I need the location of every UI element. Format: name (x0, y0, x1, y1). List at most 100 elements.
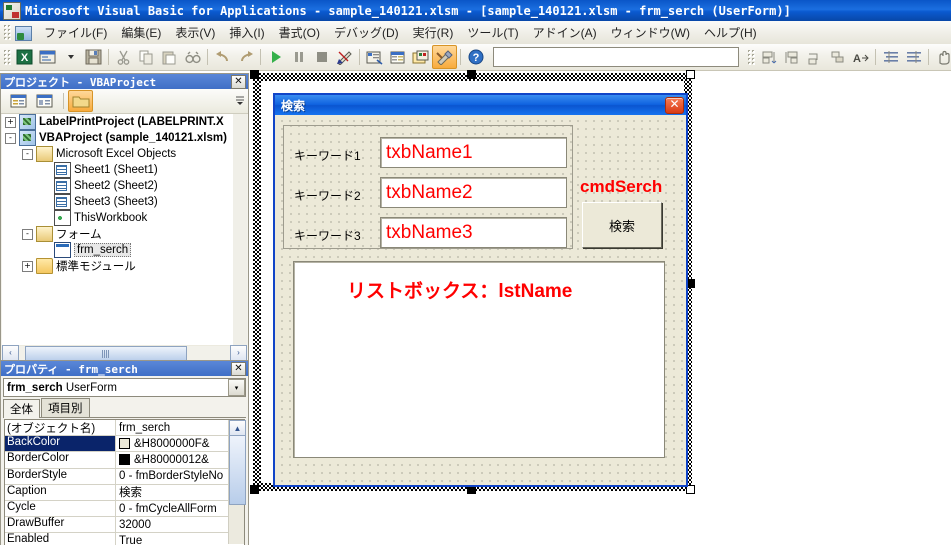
resize-handle-top-left[interactable] (250, 70, 259, 79)
properties-window-button[interactable] (386, 46, 409, 68)
vscroll-thumb[interactable] (229, 435, 246, 505)
vba-control-icon[interactable] (13, 23, 33, 42)
menu-help[interactable]: ヘルプ(H) (697, 22, 764, 43)
tree-item-labelprintproject[interactable]: + LabelPrintProject (LABELPRINT.X (2, 114, 233, 130)
tree-item-forms-folder[interactable]: - フォーム (2, 226, 233, 242)
project-tree[interactable]: + LabelPrintProject (LABELPRINT.X - VBAP… (2, 114, 233, 345)
menu-tools[interactable]: ツール(T) (460, 22, 525, 43)
toolbar-gripper[interactable] (3, 48, 11, 66)
hscroll-track[interactable] (19, 345, 230, 362)
tab-alphabetic[interactable]: 全体 (3, 399, 40, 418)
paste-button[interactable] (158, 46, 181, 68)
property-value[interactable]: &H8000000F& ▼ (116, 436, 244, 451)
project-tree-vertical-scrollbar[interactable] (233, 114, 247, 345)
menu-gripper[interactable] (3, 24, 11, 41)
object-selector-combo[interactable]: frm_serch UserForm ▾ (3, 378, 246, 397)
close-icon[interactable]: ✕ (231, 361, 246, 376)
scroll-right-button[interactable]: › (230, 344, 247, 361)
align-left-button[interactable] (757, 46, 780, 68)
scroll-up-button[interactable]: ▲ (229, 420, 246, 436)
toolbox-button[interactable] (432, 45, 457, 69)
resize-handle-bottom-left[interactable] (250, 485, 259, 494)
view-code-button[interactable] (7, 91, 30, 111)
scroll-left-button[interactable]: ‹ (2, 344, 19, 361)
copy-button[interactable] (135, 46, 158, 68)
menu-debug[interactable]: デバッグ(D) (327, 22, 406, 43)
tree-item-vbaproject[interactable]: - VBAProject (sample_140121.xlsm) (2, 130, 233, 146)
command-button-search[interactable]: 検索 (582, 202, 662, 248)
textbox-txbname2[interactable]: txbName2 (380, 177, 567, 208)
view-object-button[interactable] (33, 91, 56, 111)
table-row[interactable]: Enabled True (5, 533, 244, 545)
property-value[interactable]: 検索 (116, 485, 244, 500)
break-button[interactable] (287, 46, 310, 68)
keyword-frame[interactable]: キーワード1 キーワード2 キーワード3 txbName1 txbName2 t… (283, 125, 573, 249)
label-cmdserch[interactable]: cmdSerch (580, 177, 662, 197)
insert-userform-button[interactable] (36, 46, 59, 68)
object-browser-button[interactable] (409, 46, 432, 68)
tab-categorized[interactable]: 項目別 (41, 398, 90, 417)
chevron-down-icon[interactable] (59, 46, 82, 68)
label-keyword2[interactable]: キーワード2 (294, 187, 361, 204)
table-row[interactable]: (オブジェクト名) frm_serch (5, 420, 244, 437)
property-value[interactable]: 0 - fmBorderStyleNo (116, 469, 244, 484)
property-value[interactable]: frm_serch (116, 420, 244, 435)
menu-window[interactable]: ウィンドウ(W) (604, 22, 697, 43)
redo-button[interactable] (234, 46, 257, 68)
menu-insert[interactable]: 挿入(I) (222, 22, 271, 43)
run-button[interactable] (264, 46, 287, 68)
userform-designer-window[interactable]: 検索 ✕ キーワード1 キーワード2 キーワード3 txbName1 txbNa… (250, 70, 695, 494)
design-mode-button[interactable] (333, 46, 356, 68)
reset-button[interactable] (310, 46, 333, 68)
view-excel-button[interactable]: X (13, 46, 36, 68)
align-right-button[interactable] (780, 46, 803, 68)
textbox-txbname1[interactable]: txbName1 (380, 137, 567, 168)
resize-handle-top-center[interactable] (467, 70, 476, 79)
textbox-txbname3[interactable]: txbName3 (380, 217, 567, 248)
resize-handle-top-right[interactable] (686, 70, 695, 79)
align-top-button[interactable] (803, 46, 826, 68)
menu-run[interactable]: 実行(R) (406, 22, 461, 43)
property-value[interactable]: 32000 (116, 517, 244, 532)
label-keyword3[interactable]: キーワード3 (294, 227, 361, 244)
expander-minus-icon[interactable]: - (22, 148, 33, 160)
help-button[interactable]: ? (464, 46, 487, 68)
menu-format[interactable]: 書式(O) (272, 22, 327, 43)
property-value[interactable]: True (116, 533, 244, 545)
property-value[interactable]: 0 - fmCycleAllForm (116, 501, 244, 516)
menu-file[interactable]: ファイル(F) (37, 22, 114, 43)
tree-item-sheet3[interactable]: Sheet3 (Sheet3) (2, 194, 233, 210)
userform-body[interactable]: キーワード1 キーワード2 キーワード3 txbName1 txbName2 t… (275, 115, 686, 485)
project-explorer-button[interactable] (363, 46, 386, 68)
toggle-folders-button[interactable] (68, 90, 93, 112)
table-row[interactable]: Cycle 0 - fmCycleAllForm (5, 500, 244, 518)
hand-icon[interactable] (932, 46, 951, 68)
hspacing-icon[interactable] (879, 46, 902, 68)
tree-item-thisworkbook[interactable]: ThisWorkbook (2, 210, 233, 226)
vspacing-icon[interactable] (902, 46, 925, 68)
expander-minus-icon[interactable]: - (5, 132, 16, 144)
table-row[interactable]: BorderStyle 0 - fmBorderStyleNo (5, 468, 244, 485)
tree-item-frm-serch[interactable]: frm_serch (2, 242, 233, 258)
table-row[interactable]: BackColor &H8000000F& ▼ (5, 436, 244, 453)
label-keyword1[interactable]: キーワード1 (294, 147, 361, 164)
expander-plus-icon[interactable]: + (22, 260, 33, 272)
tree-item-standard-modules[interactable]: + 標準モジュール (2, 258, 233, 274)
project-toolbar-overflow[interactable] (235, 94, 245, 109)
expander-plus-icon[interactable]: + (5, 116, 16, 128)
tree-item-excel-objects[interactable]: - Microsoft Excel Objects (2, 146, 233, 162)
project-tree-horizontal-scrollbar[interactable]: ‹ › (2, 344, 247, 362)
expander-minus-icon[interactable]: - (22, 228, 33, 240)
tree-item-sheet1[interactable]: Sheet1 (Sheet1) (2, 162, 233, 178)
table-row[interactable]: Caption 検索 (5, 484, 244, 501)
properties-grid[interactable]: (オブジェクト名) frm_serch BackColor &H8000000F… (4, 419, 245, 545)
find-button[interactable] (181, 46, 204, 68)
properties-vertical-scrollbar[interactable]: ▲ (228, 420, 246, 544)
property-value[interactable]: &H80000012& (116, 452, 244, 467)
toolbar2-gripper[interactable] (747, 48, 755, 66)
designer-canvas[interactable]: 検索 ✕ キーワード1 キーワード2 キーワード3 txbName1 txbNa… (250, 70, 695, 494)
menu-view[interactable]: 表示(V) (168, 22, 222, 43)
close-icon[interactable]: ✕ (231, 74, 246, 89)
chevron-down-icon[interactable]: ▾ (228, 379, 245, 396)
menu-addins[interactable]: アドイン(A) (526, 22, 604, 43)
